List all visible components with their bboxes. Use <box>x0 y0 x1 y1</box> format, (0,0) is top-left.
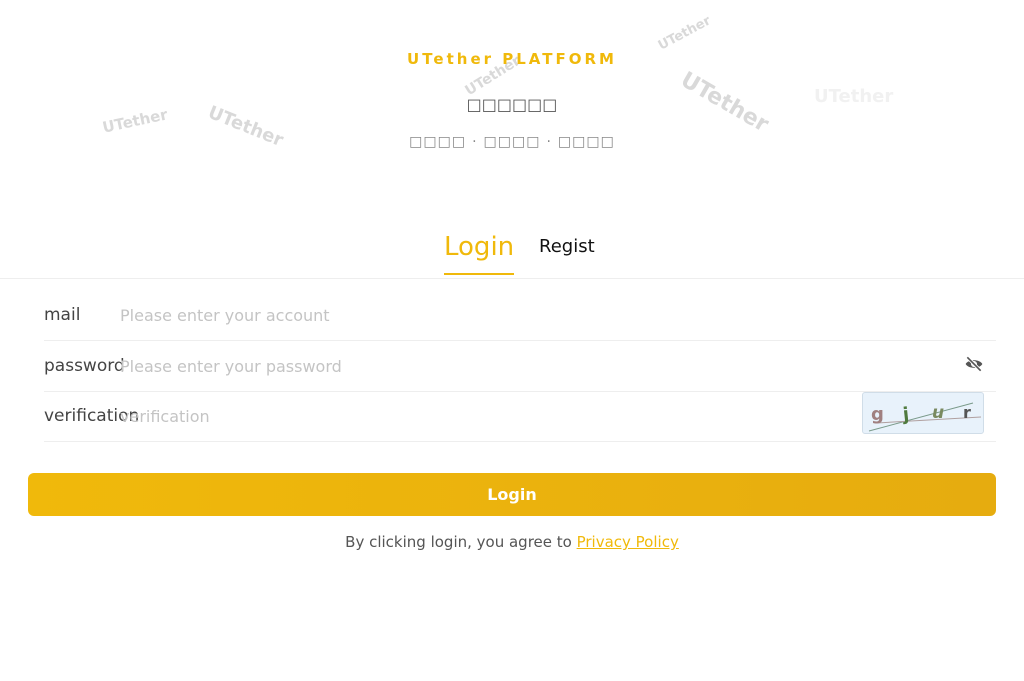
platform-subtitle: □□□□□□ <box>466 95 558 114</box>
eye-off-icon[interactable] <box>964 354 984 374</box>
verification-row: verification g j u r <box>44 391 996 442</box>
login-button[interactable]: Login <box>28 473 996 516</box>
password-input[interactable] <box>120 353 940 379</box>
mail-label: mail <box>44 305 81 325</box>
password-row: password <box>44 341 996 392</box>
tagline-item: □□□□ <box>483 134 541 150</box>
verification-input[interactable] <box>120 403 940 429</box>
agreement-text: By clicking login, you agree to <box>345 533 572 551</box>
captcha-char: r <box>963 403 971 422</box>
tab-regist[interactable]: Regist <box>539 236 595 258</box>
mail-row: mail <box>44 290 996 341</box>
auth-tabs: Login Regist <box>0 228 1024 279</box>
captcha-char: g <box>871 404 884 425</box>
privacy-policy-link[interactable]: Privacy Policy <box>577 533 679 551</box>
tagline-item: □□□□ <box>557 134 615 150</box>
watermark: UTether <box>655 13 714 54</box>
tab-login[interactable]: Login <box>444 230 515 275</box>
agreement-notice: By clicking login, you agree to Privacy … <box>0 533 1024 551</box>
platform-tagline: □□□□ · □□□□ · □□□□ <box>409 134 615 150</box>
captcha-image[interactable]: g j u r <box>862 392 984 434</box>
password-label: password <box>44 356 125 376</box>
tagline-item: □□□□ <box>409 134 467 150</box>
platform-title: UTether PLATFORM <box>407 50 617 68</box>
mail-input[interactable] <box>120 302 940 328</box>
captcha-char: u <box>932 403 944 423</box>
